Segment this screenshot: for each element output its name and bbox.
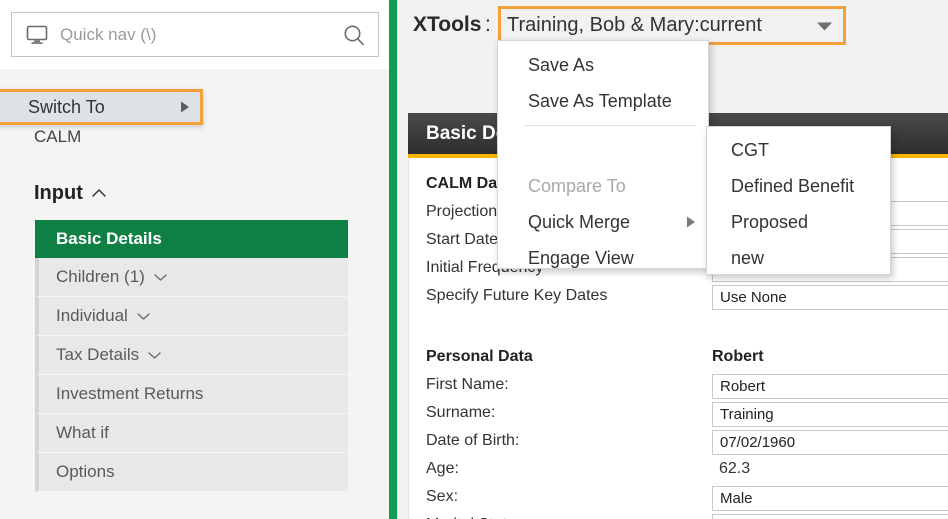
sidebar-item-label: Basic Details xyxy=(56,229,162,248)
field-label: Surname: xyxy=(426,404,496,421)
app-root: Client CALM Input Basic Details Children… xyxy=(0,0,948,519)
field-value-future-key-dates[interactable]: Use None xyxy=(712,285,948,310)
field-label: Sex: xyxy=(426,488,459,505)
menu-item-switch-to[interactable]: Switch To xyxy=(0,89,203,125)
scenario-dropdown-menu: Save As Save As Template Compare To Quic… xyxy=(497,40,709,269)
submenu-item-cgt[interactable]: CGT xyxy=(707,132,890,168)
field-label: Age: xyxy=(426,460,459,477)
input-section-header[interactable]: Input xyxy=(34,182,107,205)
submenu-item-label: new xyxy=(731,247,765,268)
menu-item-compare-to: Compare To xyxy=(498,168,708,204)
field-value-date-of-birth[interactable]: 07/02/1960 xyxy=(712,430,948,455)
form-row-first-name: First Name: Robert xyxy=(409,374,948,401)
submenu-item-defined-benefit[interactable]: Defined Benefit xyxy=(707,168,890,204)
switch-to-submenu: CGT Defined Benefit Proposed new xyxy=(706,126,891,275)
submenu-item-label: Defined Benefit xyxy=(731,175,855,196)
submenu-arrow-icon xyxy=(686,216,696,229)
submenu-item-new[interactable]: new xyxy=(707,240,890,276)
field-label: First Name: xyxy=(426,376,509,393)
menu-item-quick-merge[interactable]: Quick Merge xyxy=(498,204,708,240)
field-value-first-name[interactable]: Robert xyxy=(712,374,948,399)
submenu-item-proposed[interactable]: Proposed xyxy=(707,204,890,240)
sidebar-item-individual[interactable]: Individual xyxy=(35,297,348,336)
sidebar-item-children[interactable]: Children (1) xyxy=(35,258,348,297)
sidebar-item-investment-returns[interactable]: Investment Returns xyxy=(35,375,348,414)
app-name-label: XTools xyxy=(413,13,482,36)
form-row-sex: Sex: Male xyxy=(409,486,948,513)
chevron-down-icon[interactable] xyxy=(136,312,151,321)
menu-item-label: Engage View xyxy=(528,247,634,268)
field-value-marital-status[interactable]: Married/De Facto xyxy=(712,514,948,519)
quick-nav-box[interactable] xyxy=(11,12,379,57)
chevron-up-icon[interactable] xyxy=(91,185,107,203)
form-row-surname: Surname: Training xyxy=(409,402,948,429)
app-name-separator: : xyxy=(485,13,491,36)
search-icon[interactable] xyxy=(342,23,366,47)
sidebar-item-basic-details[interactable]: Basic Details xyxy=(35,220,348,258)
sidebar-item-label: Options xyxy=(56,462,115,481)
chevron-down-icon[interactable] xyxy=(153,273,168,282)
chevron-down-icon[interactable] xyxy=(147,351,162,360)
sidebar-item-label: Individual xyxy=(56,306,128,325)
field-label: Specify Future Key Dates xyxy=(426,287,608,304)
submenu-item-label: Proposed xyxy=(731,211,809,232)
menu-separator xyxy=(525,125,696,126)
quick-nav-input[interactable] xyxy=(60,24,342,45)
client-subtitle: CALM xyxy=(34,127,82,146)
field-value-sex[interactable]: Male xyxy=(712,486,948,511)
field-value-surname[interactable]: Training xyxy=(712,402,948,427)
scenario-select-value: Training, Bob & Mary:current xyxy=(507,14,762,36)
menu-item-save-as-template[interactable]: Save As Template xyxy=(498,83,708,119)
input-section-label: Input xyxy=(34,182,83,204)
form-row-date-of-birth: Date of Birth: 07/02/1960 xyxy=(409,430,948,457)
section-title-personal: Personal Data xyxy=(426,348,533,365)
quick-nav-bar xyxy=(0,0,389,69)
sidebar-item-label: Children (1) xyxy=(56,267,145,286)
input-nav-list: Basic Details Children (1) Individual Ta… xyxy=(35,220,348,492)
panel-divider xyxy=(389,0,397,519)
form-row-marital-status: Marital Status: Married/De Facto xyxy=(409,514,948,519)
sidebar-item-tax-details[interactable]: Tax Details xyxy=(35,336,348,375)
submenu-item-label: CGT xyxy=(731,139,769,160)
sidebar-item-options[interactable]: Options xyxy=(35,453,348,492)
menu-item-label: Save As xyxy=(528,54,595,75)
chevron-down-icon[interactable] xyxy=(815,19,834,32)
form-row-age: Age: 62.3 xyxy=(409,458,948,485)
menu-item-engage-view[interactable]: Engage View xyxy=(498,240,708,276)
field-value-age: 62.3 xyxy=(719,460,751,477)
left-panel: Client CALM Input Basic Details Children… xyxy=(0,0,389,519)
sidebar-item-label: Tax Details xyxy=(56,345,140,364)
sidebar-item-label: Investment Returns xyxy=(56,384,204,403)
field-label: Projection xyxy=(426,203,498,220)
menu-item-label: Save As Template xyxy=(528,90,672,111)
form-row-future-key-dates: Specify Future Key Dates Use None xyxy=(409,285,948,312)
menu-item-label: Switch To xyxy=(28,96,105,117)
sidebar-item-label: What if xyxy=(56,423,109,442)
sidebar-item-what-if[interactable]: What if xyxy=(35,414,348,453)
menu-item-save-as[interactable]: Save As xyxy=(498,47,708,83)
menu-item-switch-to-slot xyxy=(498,132,708,168)
field-label: Start Date xyxy=(426,231,499,248)
field-label: Date of Birth: xyxy=(426,432,520,449)
submenu-arrow-icon xyxy=(180,101,190,114)
menu-item-label: Compare To xyxy=(528,175,626,196)
menu-item-label: Quick Merge xyxy=(528,211,631,232)
section-value-personal: Robert xyxy=(712,348,764,365)
monitor-icon xyxy=(26,25,48,45)
form-section-personal: Personal Data Robert xyxy=(409,346,948,373)
